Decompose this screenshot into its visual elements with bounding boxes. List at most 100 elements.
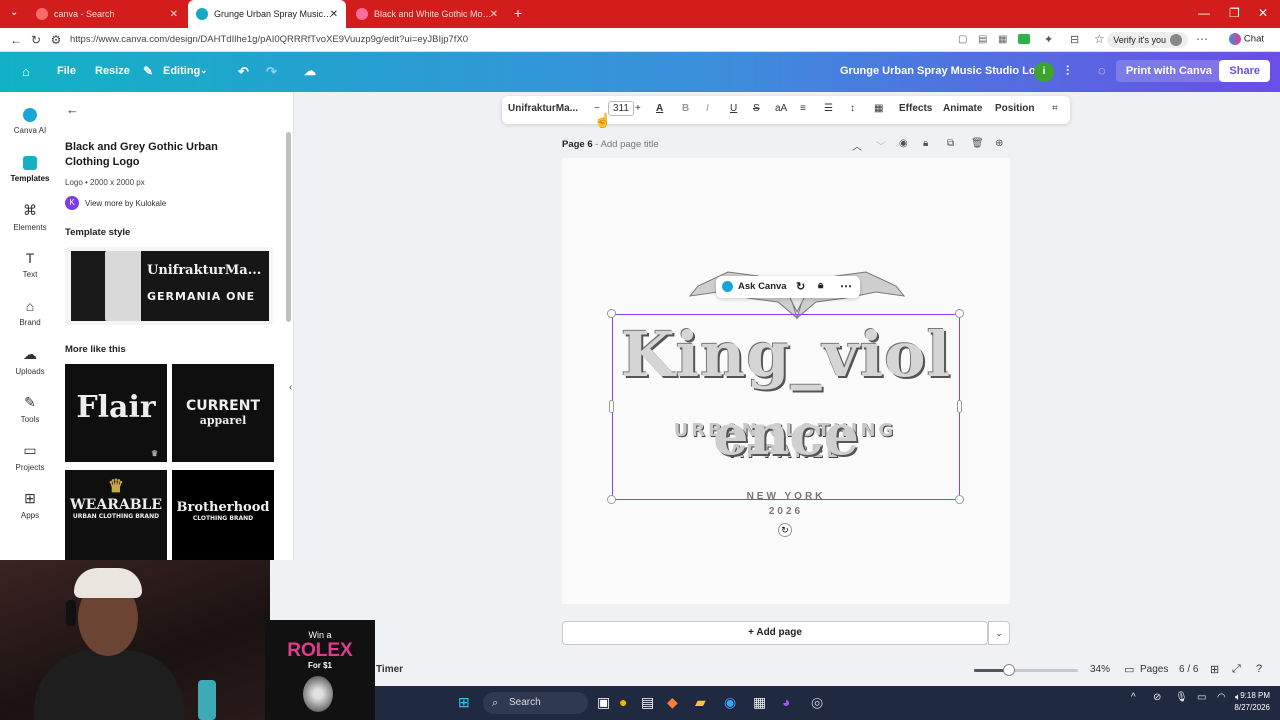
task-view-icon[interactable]: ▣	[597, 694, 610, 711]
url-field[interactable]: https://www.canva.com/design/DAHTdIlhe1g…	[70, 34, 468, 45]
more-options-icon[interactable]: ⋯	[840, 279, 852, 293]
back-arrow-icon[interactable]: ←	[66, 102, 79, 117]
rail-item-tools[interactable]: ✎ Tools	[0, 394, 60, 424]
close-tab-icon[interactable]: ✕	[490, 9, 498, 20]
comment-icon[interactable]: ◌	[1098, 63, 1106, 78]
text-color-icon[interactable]: A	[656, 103, 663, 114]
collapse-panel-icon[interactable]: ‹	[289, 382, 292, 393]
resize-handle-left[interactable]	[609, 400, 614, 413]
tab-grunge-urban[interactable]: Grunge Urban Spray Music Studio ✕	[188, 0, 346, 28]
page-label[interactable]: Page 6 - Add page title	[562, 139, 659, 150]
tab-list-icon[interactable]: ⌄	[10, 7, 18, 18]
resize-handle-bottom-right[interactable]	[955, 495, 964, 504]
microphone-icon[interactable]: 🎙︎	[1175, 692, 1188, 703]
animate-button[interactable]: Animate	[943, 103, 982, 114]
fullscreen-icon[interactable]: ⤢	[1232, 663, 1241, 676]
rail-item-elements[interactable]: ⌘ Elements	[0, 202, 60, 232]
font-family-dropdown[interactable]: UnifrakturMa...	[508, 103, 578, 114]
italic-icon[interactable]: I	[706, 103, 709, 114]
list-icon[interactable]: ☰	[824, 103, 833, 114]
reader-icon[interactable]: ▢	[958, 34, 967, 45]
rail-item-projects[interactable]: ▭ Projects	[0, 442, 60, 472]
rail-item-canva-ai[interactable]: Canva AI	[0, 108, 60, 135]
zoom-level[interactable]: 34%	[1090, 664, 1110, 675]
underline-icon[interactable]: U	[730, 103, 737, 114]
undo-icon[interactable]: ↶	[238, 64, 249, 80]
effects-button[interactable]: Effects	[899, 103, 932, 114]
wifi-icon[interactable]: ◠	[1217, 692, 1226, 703]
insights-icon[interactable]: ⫶	[1066, 63, 1069, 79]
resize-handle-top-right[interactable]	[955, 309, 964, 318]
chrome-icon[interactable]: ◎	[811, 694, 823, 711]
align-center-icon[interactable]: ≡	[800, 103, 806, 114]
author-link[interactable]: K View more by Kulokale	[65, 196, 166, 210]
lock-page-icon[interactable]: 🔒︎	[923, 138, 928, 149]
rail-item-brand[interactable]: ⌂ Brand	[0, 298, 60, 327]
favorite-icon[interactable]: ☆	[1094, 32, 1105, 46]
transparency-icon[interactable]: ▦	[874, 103, 883, 114]
help-icon[interactable]: ?	[1256, 663, 1262, 675]
copy-style-icon[interactable]: ⌗	[1052, 103, 1058, 114]
windows-start-icon[interactable]: ⊞	[458, 694, 470, 711]
extension-icon[interactable]: ▦	[998, 34, 1007, 45]
site-info-icon[interactable]: ⚙	[46, 33, 66, 47]
rotate-icon[interactable]: ↻	[796, 280, 805, 293]
chat-button[interactable]: Chat	[1229, 33, 1264, 45]
close-tab-icon[interactable]: ✕	[170, 9, 178, 20]
home-icon[interactable]: ⌂	[22, 64, 30, 79]
display-icon[interactable]: ▭	[1197, 692, 1206, 703]
rail-item-text[interactable]: T Text	[0, 250, 60, 279]
move-page-down-icon[interactable]: ﹀	[876, 138, 886, 153]
template-thumbnail[interactable]: Brotherhood CLOTHING BRAND	[172, 470, 274, 560]
template-thumbnail[interactable]: CURRENT apparel	[172, 364, 274, 462]
maximize-icon[interactable]: ❐	[1229, 6, 1240, 20]
add-page-icon[interactable]: ⊕	[995, 138, 1003, 149]
rolex-ad[interactable]: Win a ROLEX For $1	[265, 620, 375, 720]
print-with-canva-button[interactable]: Print with Canva	[1115, 60, 1222, 82]
resize-button[interactable]: Resize	[95, 65, 130, 77]
lock-icon[interactable]: 🔒︎	[818, 280, 823, 291]
template-style-card[interactable]: UnifrakturMa... GERMANIA ONE	[65, 247, 273, 325]
terminal-icon[interactable]: ▤	[641, 694, 654, 711]
ask-canva-button[interactable]: Ask Canva	[738, 281, 787, 292]
logo-year[interactable]: 2026	[612, 506, 960, 517]
rotate-handle-icon[interactable]: ↻	[778, 523, 792, 537]
letter-case-icon[interactable]: aA	[775, 103, 787, 114]
tab-black-white-gothic[interactable]: Black and White Gothic Modern Urb ✕	[348, 0, 506, 28]
template-thumbnail[interactable]: Flair ♛	[65, 364, 167, 462]
tray-chevron-icon[interactable]: ^	[1131, 692, 1136, 703]
move-page-up-icon[interactable]: ︿	[852, 138, 862, 153]
rail-item-apps[interactable]: ⊞ Apps	[0, 490, 60, 520]
strikethrough-icon[interactable]: S	[753, 103, 760, 114]
delete-page-icon[interactable]: 🗑︎	[971, 138, 984, 149]
system-clock[interactable]: 9:18 PM 8/27/2026	[1234, 690, 1270, 714]
minimize-icon[interactable]: —	[1198, 6, 1210, 20]
template-thumbnail[interactable]: ♛ WEARABLE URBAN CLOTHING BRAND	[65, 470, 167, 560]
position-button[interactable]: Position	[995, 103, 1034, 114]
verify-badge[interactable]: Verify it's you	[1107, 32, 1188, 48]
file-menu[interactable]: File	[57, 65, 76, 77]
split-icon[interactable]: ⊟	[1070, 33, 1079, 46]
back-icon[interactable]: ←	[6, 33, 26, 47]
resize-handle-bottom-left[interactable]	[607, 495, 616, 504]
hide-page-icon[interactable]: ◉	[899, 138, 908, 149]
network-off-icon[interactable]: ⊘	[1153, 692, 1161, 703]
redo-icon[interactable]: ↷	[266, 64, 277, 80]
add-page-button[interactable]: + Add page	[562, 621, 988, 645]
rail-item-uploads[interactable]: ☁ Uploads	[0, 346, 60, 376]
resize-handle-right[interactable]	[957, 400, 962, 413]
close-tab-icon[interactable]: ✕	[330, 9, 338, 20]
design-title[interactable]: Grunge Urban Spray Music Studio Logo	[840, 65, 1049, 77]
grid-view-icon[interactable]: ⊞	[1210, 663, 1219, 676]
chevron-down-icon[interactable]: ⌄	[200, 65, 208, 76]
discord-icon[interactable]: ◕	[782, 694, 790, 710]
page-title-placeholder[interactable]: Add page title	[601, 139, 659, 150]
file-explorer-icon[interactable]: ▰	[695, 694, 706, 711]
tab-canva-search[interactable]: canva - Search ✕	[28, 0, 186, 28]
share-button[interactable]: Share	[1219, 60, 1270, 82]
copilot-app-icon[interactable]: ◆	[667, 694, 678, 711]
panel-scrollbar[interactable]	[286, 132, 291, 322]
store-icon[interactable]: ▦	[753, 694, 766, 711]
cloud-save-icon[interactable]: ☁	[304, 64, 316, 78]
font-size-input[interactable]: 311	[608, 101, 634, 116]
